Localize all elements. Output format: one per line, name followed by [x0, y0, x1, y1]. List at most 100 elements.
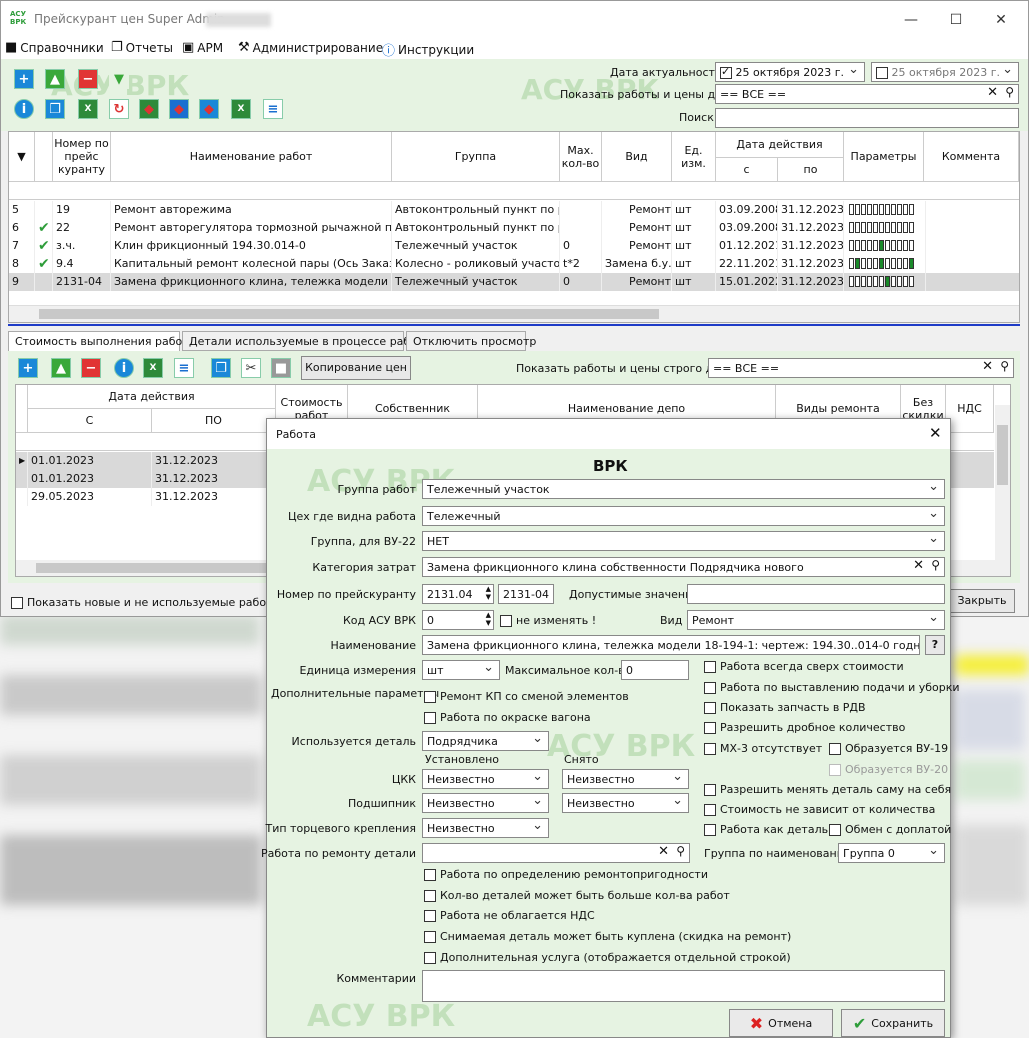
search-icon[interactable]: ⚲ [676, 844, 685, 858]
cb-mx3[interactable]: МХ-3 отсутствует [704, 742, 822, 755]
close-button[interactable]: Закрыть [949, 589, 1015, 613]
column-cost-to[interactable]: ПО [152, 409, 276, 433]
menu-instructions[interactable]: ⓘ Инструкции [382, 40, 474, 60]
shop-select[interactable]: Тележечный [422, 506, 945, 526]
show-for-input[interactable]: == ВСЕ == ✕ ⚲ [715, 84, 1019, 104]
tab-parts[interactable]: Детали используемые в процессе работы [182, 331, 432, 351]
date2-checkbox[interactable] [876, 67, 888, 79]
cb-exchange[interactable]: Обмен с доплатой [829, 823, 951, 836]
edit-price-button[interactable]: ▲ [51, 358, 71, 378]
cb-vu19[interactable]: Образуется ВУ-19 [829, 742, 948, 755]
vu22-select[interactable]: НЕТ [422, 531, 945, 551]
menu-arm[interactable]: ▣ АРМ [182, 40, 223, 55]
save-button[interactable]: ✔ Сохранить [841, 1009, 945, 1037]
column-date-to[interactable]: по [778, 158, 844, 182]
cb-defect[interactable]: Работа по определению ремонтопригодности [424, 868, 708, 881]
cost-category-input[interactable]: Замена фрикционного клина собственности … [422, 557, 945, 577]
copy-icon[interactable]: ❐ [45, 99, 65, 119]
columns-icon[interactable]: ≡ [263, 99, 283, 119]
price-number-stepper[interactable]: 2131.04 ▲ ▼ [422, 584, 494, 604]
export-icon[interactable]: ◆ [139, 99, 159, 119]
columns-price-icon[interactable]: ≡ [174, 358, 194, 378]
column-cost-from[interactable]: С [28, 409, 152, 433]
delete-button[interactable]: − [78, 69, 98, 89]
max-qty-input[interactable]: 0 [621, 660, 689, 680]
table-row[interactable]: 5 19 Ремонт авторежима Автоконтрольный пунк… [9, 201, 1019, 219]
column-vat[interactable]: НДС [946, 385, 994, 433]
name-input[interactable]: Замена фрикционного клина, тележка модел… [422, 635, 920, 655]
cancel-button[interactable]: ✖ Отмена [729, 1009, 833, 1037]
tab-disable-view[interactable]: Отключить просмотр [406, 331, 536, 351]
copy-prices-button[interactable]: Копирование цен [301, 356, 411, 380]
excel-icon[interactable]: X [78, 99, 98, 119]
column-sort[interactable]: ▼ [9, 132, 35, 182]
part-work-input[interactable]: ✕ ⚲ [422, 843, 690, 863]
cb-self-replace[interactable]: Разрешить менять деталь саму на себя [704, 783, 951, 796]
date-actual-picker[interactable]: 25 октября 2023 г. [715, 62, 865, 82]
column-date-from[interactable]: с [716, 158, 778, 182]
part-used-select[interactable]: Подрядчика [422, 731, 549, 751]
vertical-scrollbar[interactable] [995, 405, 1010, 560]
clear-icon[interactable]: ✕ [913, 558, 924, 573]
clear-icon[interactable]: ✕ [982, 359, 993, 374]
end-type-select[interactable]: Неизвестно [422, 818, 549, 838]
cb-extra-service[interactable]: Дополнительная услуга (отображается отде… [424, 951, 791, 964]
help-button[interactable]: ? [925, 635, 945, 655]
column-number[interactable]: Номер по прейс куранту [53, 132, 111, 182]
stepper-arrows-icon[interactable]: ▲ ▼ [486, 585, 491, 601]
table-row[interactable]: 9 2131-04 Замена фрикционного клина, тележ… [9, 273, 1019, 291]
cb-more-parts[interactable]: Кол-во деталей может быть больше кол-ва … [424, 889, 730, 902]
column-max[interactable]: Мах. кол-во [560, 132, 602, 182]
cb-no-vat[interactable]: Работа не облагается НДС [424, 909, 595, 922]
delete-price-button[interactable]: − [81, 358, 101, 378]
cb-as-part[interactable]: Работа как деталь [704, 823, 828, 836]
excel-price-icon[interactable]: X [143, 358, 163, 378]
comments-textarea[interactable] [422, 970, 945, 1002]
cb-fraction[interactable]: Разрешить дробное количество [704, 721, 905, 734]
search-icon[interactable]: ⚲ [1005, 85, 1014, 99]
clear-icon[interactable]: ✕ [987, 85, 998, 100]
cb-paint[interactable]: Работа по окраске вагона [424, 711, 591, 724]
bearing-removed-select[interactable]: Неизвестно [562, 793, 689, 813]
date-secondary-picker[interactable]: 25 октября 2023 г. [871, 62, 1019, 82]
column-kind[interactable]: Вид [602, 132, 672, 182]
menu-administration[interactable]: ⚒ Администрирование [238, 40, 383, 55]
excel-export-icon[interactable]: X [231, 99, 251, 119]
minimize-button[interactable]: — [896, 9, 926, 31]
group-by-name-select[interactable]: Группа 0 [838, 843, 945, 863]
transfer-icon[interactable]: ◆ [199, 99, 219, 119]
show-strict-input[interactable]: == ВСЕ == ✕ ⚲ [708, 358, 1014, 378]
unit-select[interactable]: шт [422, 660, 500, 680]
cb-kp-repair[interactable]: Ремонт КП со сменой элементов [424, 690, 629, 703]
import-icon[interactable]: ◆ [169, 99, 189, 119]
cb-rdv[interactable]: Показать запчасть в РДВ [704, 701, 866, 714]
column-cost-date[interactable]: Дата действия [28, 385, 276, 409]
table-row[interactable]: 7 ✔ з.ч. Клин фрикционный 194.30.014-0 Тележ… [9, 237, 1019, 255]
maximize-button[interactable]: ☐ [941, 9, 971, 31]
bearing-installed-select[interactable]: Неизвестно [422, 793, 549, 813]
table-row[interactable]: 8 ✔ 9.4 Капитальный ремонт колесной пары (О… [9, 255, 1019, 273]
filter-icon[interactable]: ▼ [109, 69, 129, 89]
cb-buy-part[interactable]: Снимаемая деталь может быть куплена (ски… [424, 930, 791, 943]
tab-cost[interactable]: Стоимость выполнения работы [8, 331, 197, 351]
column-comment[interactable]: Коммента [924, 132, 1019, 182]
stepper-arrows-icon[interactable]: ▲ ▼ [486, 611, 491, 627]
refresh-icon[interactable]: ↻ [109, 99, 129, 119]
column-unit[interactable]: Ед. изм. [672, 132, 716, 182]
search-icon[interactable]: ⚲ [931, 558, 940, 572]
search-icon[interactable]: ⚲ [1000, 359, 1009, 373]
kind-select[interactable]: Ремонт [687, 610, 945, 630]
menu-reports[interactable]: ❐ Отчеты [111, 40, 173, 55]
horizontal-scrollbar[interactable] [9, 305, 1019, 322]
edit-up-button[interactable]: ▲ [45, 69, 65, 89]
add-button[interactable]: + [14, 69, 34, 89]
column-group[interactable]: Группа [392, 132, 560, 182]
asu-code-stepper[interactable]: 0 ▲ ▼ [422, 610, 494, 630]
ckk-installed-select[interactable]: Неизвестно [422, 769, 549, 789]
table-row[interactable]: 6 ✔ 22 Ремонт авторегулятора тормозной рыча… [9, 219, 1019, 237]
filter-row[interactable] [9, 182, 1019, 200]
price-number-text[interactable]: 2131-04 [498, 584, 554, 604]
cb-supply[interactable]: Работа по выставлению подачи и уборки [704, 681, 960, 694]
search-input[interactable] [715, 108, 1019, 128]
column-date[interactable]: Дата действия [716, 132, 844, 158]
